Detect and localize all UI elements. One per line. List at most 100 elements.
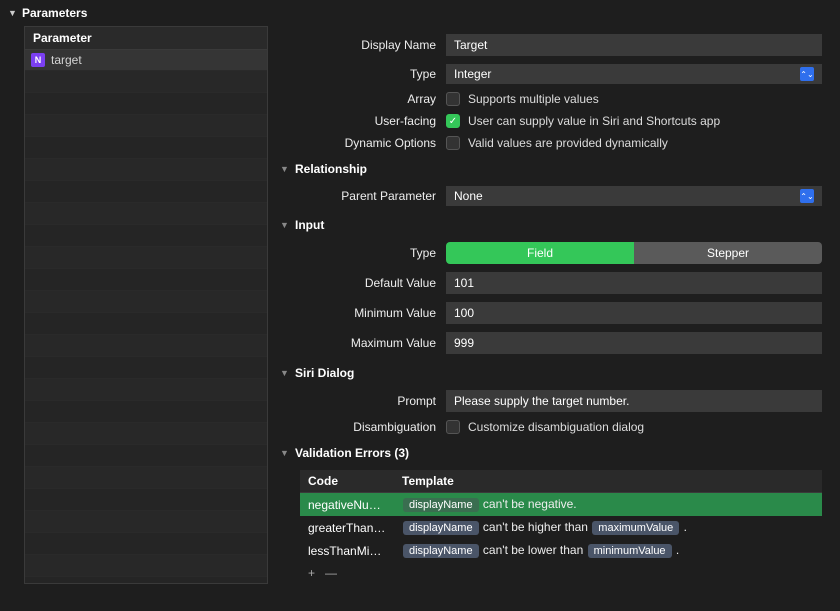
table-row[interactable] bbox=[25, 423, 267, 445]
table-row[interactable] bbox=[25, 313, 267, 335]
validation-code: greaterThanM… bbox=[300, 519, 394, 537]
table-row[interactable] bbox=[25, 511, 267, 533]
add-row-button[interactable]: + bbox=[308, 566, 315, 580]
validation-row[interactable]: negativeNumb… displayName can't be negat… bbox=[300, 493, 822, 516]
table-row[interactable] bbox=[25, 291, 267, 313]
validation-section-title: Validation Errors (3) bbox=[295, 446, 409, 460]
table-row[interactable] bbox=[25, 225, 267, 247]
table-row[interactable] bbox=[25, 401, 267, 423]
template-text: can't be higher than bbox=[480, 520, 592, 534]
array-checkbox-label: Supports multiple values bbox=[468, 92, 599, 106]
input-section-title: Input bbox=[295, 218, 324, 232]
dynamic-options-label: Dynamic Options bbox=[280, 136, 436, 150]
table-row[interactable] bbox=[25, 93, 267, 115]
min-value-input[interactable] bbox=[446, 302, 822, 324]
template-token: displayName bbox=[403, 521, 479, 535]
siri-section-title: Siri Dialog bbox=[295, 366, 354, 380]
template-token: displayName bbox=[403, 544, 479, 558]
disambiguation-checkbox[interactable] bbox=[446, 420, 460, 434]
table-row[interactable] bbox=[25, 159, 267, 181]
validation-col-code[interactable]: Code bbox=[300, 470, 394, 492]
default-value-input[interactable] bbox=[446, 272, 822, 294]
template-text: . bbox=[680, 520, 687, 534]
prompt-input[interactable] bbox=[446, 390, 822, 412]
validation-table-header: Code Template bbox=[300, 470, 822, 493]
table-row[interactable] bbox=[25, 181, 267, 203]
siri-section-header[interactable]: ▼ Siri Dialog bbox=[280, 366, 822, 380]
table-row[interactable] bbox=[25, 203, 267, 225]
input-type-label: Type bbox=[280, 246, 436, 260]
default-value-label: Default Value bbox=[280, 276, 436, 290]
user-facing-checkbox-label: User can supply value in Siri and Shortc… bbox=[468, 114, 720, 128]
table-row[interactable] bbox=[25, 269, 267, 291]
parameter-sidebar: Parameter N target bbox=[24, 26, 268, 584]
table-row[interactable] bbox=[25, 115, 267, 137]
template-text: can't be lower than bbox=[480, 543, 587, 557]
input-section-header[interactable]: ▼ Input bbox=[280, 218, 822, 232]
relationship-section-header[interactable]: ▼ Relationship bbox=[280, 162, 822, 176]
disclosure-icon: ▼ bbox=[280, 220, 290, 230]
table-row[interactable] bbox=[25, 379, 267, 401]
chevron-updown-icon: ⌃⌄ bbox=[800, 189, 814, 203]
disambiguation-label: Disambiguation bbox=[280, 420, 436, 434]
table-row[interactable] bbox=[25, 137, 267, 159]
array-checkbox[interactable] bbox=[446, 92, 460, 106]
table-row[interactable] bbox=[25, 335, 267, 357]
display-name-label: Display Name bbox=[280, 38, 436, 52]
validation-template: displayName can't be lower than minimumV… bbox=[394, 541, 822, 560]
display-name-input[interactable] bbox=[446, 34, 822, 56]
chevron-updown-icon: ⌃⌄ bbox=[800, 67, 814, 81]
type-label: Type bbox=[280, 67, 436, 81]
prompt-label: Prompt bbox=[280, 394, 436, 408]
table-row[interactable] bbox=[25, 357, 267, 379]
relationship-section-title: Relationship bbox=[295, 162, 367, 176]
integer-type-icon: N bbox=[31, 53, 45, 67]
type-select-value: Integer bbox=[454, 67, 491, 81]
validation-template: displayName can't be higher than maximum… bbox=[394, 518, 822, 537]
detail-panel: Display Name Type Integer ⌃⌄ Array Suppo… bbox=[280, 26, 822, 584]
table-row[interactable] bbox=[25, 445, 267, 467]
disclosure-icon: ▼ bbox=[280, 448, 290, 458]
table-row[interactable] bbox=[25, 555, 267, 577]
user-facing-checkbox[interactable]: ✓ bbox=[446, 114, 460, 128]
max-value-label: Maximum Value bbox=[280, 336, 436, 350]
validation-footer: + — bbox=[300, 562, 822, 584]
input-type-segmented: Field Stepper bbox=[446, 242, 822, 264]
table-row[interactable] bbox=[25, 533, 267, 555]
template-text: . bbox=[673, 543, 680, 557]
panel-title: Parameters bbox=[22, 6, 87, 20]
sidebar-item-label: target bbox=[51, 53, 82, 67]
disclosure-icon: ▼ bbox=[8, 8, 18, 18]
table-row[interactable] bbox=[25, 247, 267, 269]
segment-field[interactable]: Field bbox=[446, 242, 634, 264]
disclosure-icon: ▼ bbox=[280, 164, 290, 174]
parent-parameter-select[interactable]: None ⌃⌄ bbox=[446, 186, 822, 206]
validation-section-header[interactable]: ▼ Validation Errors (3) bbox=[280, 446, 822, 460]
validation-row[interactable]: greaterThanM… displayName can't be highe… bbox=[300, 516, 822, 539]
panel-header[interactable]: ▼ Parameters bbox=[0, 0, 840, 26]
validation-col-template[interactable]: Template bbox=[394, 470, 822, 492]
template-token: maximumValue bbox=[592, 521, 679, 535]
parent-parameter-label: Parent Parameter bbox=[280, 189, 436, 203]
validation-template: displayName can't be negative. bbox=[394, 495, 822, 514]
max-value-input[interactable] bbox=[446, 332, 822, 354]
sidebar-header[interactable]: Parameter bbox=[25, 27, 267, 50]
user-facing-label: User-facing bbox=[280, 114, 436, 128]
disambiguation-checkbox-label: Customize disambiguation dialog bbox=[468, 420, 644, 434]
template-token: displayName bbox=[403, 498, 479, 512]
sidebar-item-target[interactable]: N target bbox=[25, 50, 267, 71]
type-select[interactable]: Integer ⌃⌄ bbox=[446, 64, 822, 84]
table-row[interactable] bbox=[25, 489, 267, 511]
table-row[interactable] bbox=[25, 71, 267, 93]
segment-stepper[interactable]: Stepper bbox=[634, 242, 822, 264]
table-row[interactable] bbox=[25, 467, 267, 489]
validation-table: Code Template negativeNumb… displayName … bbox=[300, 470, 822, 584]
template-text: can't be negative. bbox=[480, 497, 577, 511]
remove-row-button[interactable]: — bbox=[325, 566, 337, 580]
dynamic-options-checkbox-label: Valid values are provided dynamically bbox=[468, 136, 668, 150]
dynamic-options-checkbox[interactable] bbox=[446, 136, 460, 150]
template-token: minimumValue bbox=[588, 544, 672, 558]
disclosure-icon: ▼ bbox=[280, 368, 290, 378]
validation-row[interactable]: lessThanMinim… displayName can't be lowe… bbox=[300, 539, 822, 562]
array-label: Array bbox=[280, 92, 436, 106]
